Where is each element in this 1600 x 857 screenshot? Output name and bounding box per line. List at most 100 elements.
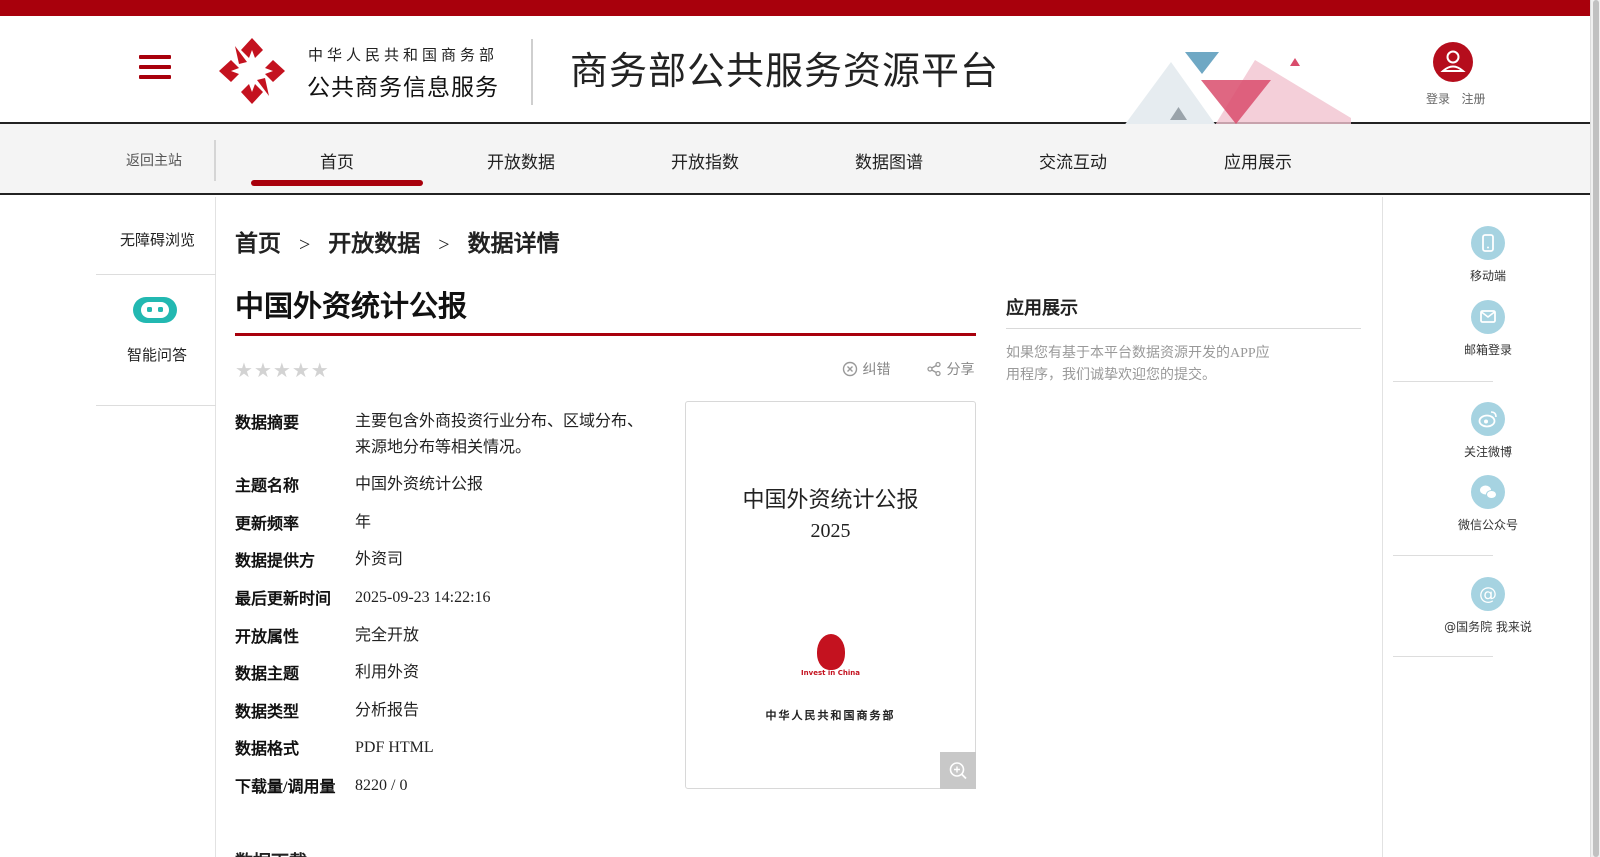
zoom-in-button[interactable] bbox=[940, 752, 976, 789]
divider bbox=[1393, 381, 1493, 382]
meta-key: 更新频率 bbox=[235, 516, 300, 533]
nav-divider bbox=[214, 140, 216, 181]
zoom-in-icon bbox=[949, 762, 967, 780]
meta-key: 数据摘要 bbox=[235, 415, 300, 432]
meta-key: 数据类型 bbox=[235, 704, 300, 721]
wechat-label: 微信公众号 bbox=[1457, 518, 1518, 532]
download-section-title: 数据下载 bbox=[235, 848, 307, 857]
divider bbox=[96, 405, 216, 406]
weibo-label: 关注微博 bbox=[1463, 445, 1512, 459]
cover-brand: Invest in China bbox=[801, 669, 860, 677]
org-line: 中华人民共和国商务部 bbox=[308, 48, 499, 64]
breadcrumb-separator: > bbox=[299, 234, 311, 256]
header-divider bbox=[531, 39, 533, 105]
site-header: 中华人民共和国商务部 公共商务信息服务 商务部公共服务资源平台 登录 注册 bbox=[0, 16, 1590, 138]
report-error-label: 纠错 bbox=[862, 362, 891, 378]
meta-key: 开放属性 bbox=[235, 629, 300, 646]
breadcrumb: 首页 > 开放数据 > 数据详情 bbox=[235, 224, 560, 258]
report-error-button[interactable]: 纠错 bbox=[842, 359, 890, 379]
main-nav: 返回主站 首页 开放数据 开放指数 数据图谱 交流互动 应用展示 bbox=[0, 124, 1590, 195]
ministry-logo-icon bbox=[219, 38, 285, 104]
meta-key: 最后更新时间 bbox=[235, 591, 332, 608]
nav-item-interaction[interactable]: 交流互动 bbox=[1039, 148, 1107, 173]
org-name: 公共商务信息服务 bbox=[307, 75, 499, 100]
title-underline bbox=[235, 333, 976, 336]
cover-year: 2025 bbox=[810, 520, 851, 542]
svg-text:@: @ bbox=[1479, 584, 1497, 605]
scrollbar-thumb[interactable] bbox=[1593, 0, 1599, 857]
cover-title: 中国外资统计公报 bbox=[742, 487, 919, 512]
auth-links: 登录 注册 bbox=[1426, 90, 1486, 107]
meta-value: PDF HTML bbox=[355, 739, 434, 756]
meta-value: 年 bbox=[355, 514, 372, 531]
breadcrumb-home[interactable]: 首页 bbox=[235, 231, 281, 256]
share-button[interactable]: 分享 bbox=[926, 359, 974, 379]
meta-value: 中国外资统计公报 bbox=[355, 476, 484, 493]
assistant-label[interactable]: 智能问答 bbox=[127, 344, 187, 365]
meta-key: 下载量/调用量 bbox=[235, 779, 336, 796]
at-sign-icon: @ bbox=[1471, 577, 1505, 611]
register-link[interactable]: 注册 bbox=[1462, 92, 1486, 106]
mail-icon bbox=[1471, 300, 1505, 334]
star-icon[interactable]: ★ bbox=[273, 360, 292, 382]
accessibility-link[interactable]: 无障碍浏览 bbox=[120, 229, 195, 250]
rating-stars[interactable]: ★★★★★ bbox=[235, 358, 330, 383]
platform-title: 商务部公共服务资源平台 bbox=[570, 51, 1000, 93]
page-scrollbar[interactable] bbox=[1590, 0, 1600, 857]
right-sidebar: 移动端 邮箱登录 关注微博 微信公众号 @ @国务院 我来说 bbox=[1382, 197, 1590, 857]
mobile-link[interactable]: 移动端 bbox=[1393, 226, 1583, 284]
nav-item-open-index[interactable]: 开放指数 bbox=[671, 148, 739, 173]
app-showcase-divider bbox=[1006, 328, 1361, 329]
user-icon bbox=[1440, 50, 1466, 72]
nav-item-home[interactable]: 首页 bbox=[320, 148, 354, 173]
meta-value: 2025-09-23 14:22:16 bbox=[355, 589, 491, 606]
star-icon[interactable]: ★ bbox=[292, 360, 311, 382]
report-cover-preview[interactable]: 中国外资统计公报 2025 Invest in China 中华人民共和国商务部 bbox=[685, 401, 976, 789]
meta-value: 外资司 bbox=[355, 551, 404, 568]
meta-value: 主要包含外商投资行业分布、区域分布、来源地分布等相关情况。 bbox=[355, 413, 644, 456]
error-circle-icon bbox=[842, 361, 858, 377]
breadcrumb-current: 数据详情 bbox=[467, 231, 560, 256]
breadcrumb-separator: > bbox=[438, 234, 450, 256]
app-showcase-title: 应用展示 bbox=[1006, 298, 1078, 319]
share-icon bbox=[927, 361, 941, 377]
meta-value: 8220 / 0 bbox=[355, 777, 408, 794]
wechat-link[interactable]: 微信公众号 bbox=[1393, 475, 1583, 533]
divider bbox=[1393, 656, 1493, 657]
state-council-link[interactable]: @ @国务院 我来说 bbox=[1393, 577, 1583, 635]
mobile-phone-icon bbox=[1471, 226, 1505, 260]
mobile-label: 移动端 bbox=[1469, 269, 1506, 283]
back-home-link[interactable]: 返回主站 bbox=[126, 150, 182, 170]
nav-item-open-data[interactable]: 开放数据 bbox=[487, 148, 555, 173]
login-link[interactable]: 登录 bbox=[1426, 92, 1450, 106]
share-label: 分享 bbox=[946, 362, 975, 378]
menu-icon[interactable] bbox=[139, 53, 171, 81]
email-login-label: 邮箱登录 bbox=[1463, 343, 1512, 357]
email-login-link[interactable]: 邮箱登录 bbox=[1393, 300, 1583, 358]
star-icon[interactable]: ★ bbox=[311, 360, 330, 382]
breadcrumb-open-data[interactable]: 开放数据 bbox=[328, 231, 420, 256]
meta-key: 数据提供方 bbox=[235, 553, 316, 570]
meta-key: 数据格式 bbox=[235, 741, 300, 758]
meta-key: 数据主题 bbox=[235, 666, 300, 683]
divider bbox=[96, 274, 216, 275]
nav-item-app-showcase[interactable]: 应用展示 bbox=[1224, 148, 1292, 173]
meta-value: 利用外资 bbox=[355, 664, 420, 681]
weibo-link[interactable]: 关注微博 bbox=[1393, 402, 1583, 460]
robot-icon[interactable] bbox=[133, 297, 177, 323]
wechat-icon bbox=[1471, 475, 1505, 509]
star-icon[interactable]: ★ bbox=[235, 360, 254, 382]
star-icon[interactable]: ★ bbox=[254, 360, 273, 382]
meta-value: 分析报告 bbox=[355, 702, 420, 719]
weibo-icon bbox=[1471, 402, 1505, 436]
dataset-title: 中国外资统计公报 bbox=[235, 291, 468, 323]
left-sidebar: 无障碍浏览 智能问答 bbox=[96, 197, 216, 857]
nav-active-indicator bbox=[251, 180, 423, 186]
user-account-button[interactable] bbox=[1433, 42, 1473, 82]
meta-value: 完全开放 bbox=[355, 627, 420, 644]
state-council-label: @国务院 我来说 bbox=[1444, 620, 1532, 634]
top-accent-bar bbox=[0, 0, 1600, 16]
nav-item-data-graph[interactable]: 数据图谱 bbox=[855, 148, 923, 173]
app-showcase-text: 如果您有基于本平台数据资源开发的APP应用程序，我们诚挚欢迎您的提交。 bbox=[1006, 346, 1270, 383]
cover-ministry: 中华人民共和国商务部 bbox=[765, 709, 896, 722]
